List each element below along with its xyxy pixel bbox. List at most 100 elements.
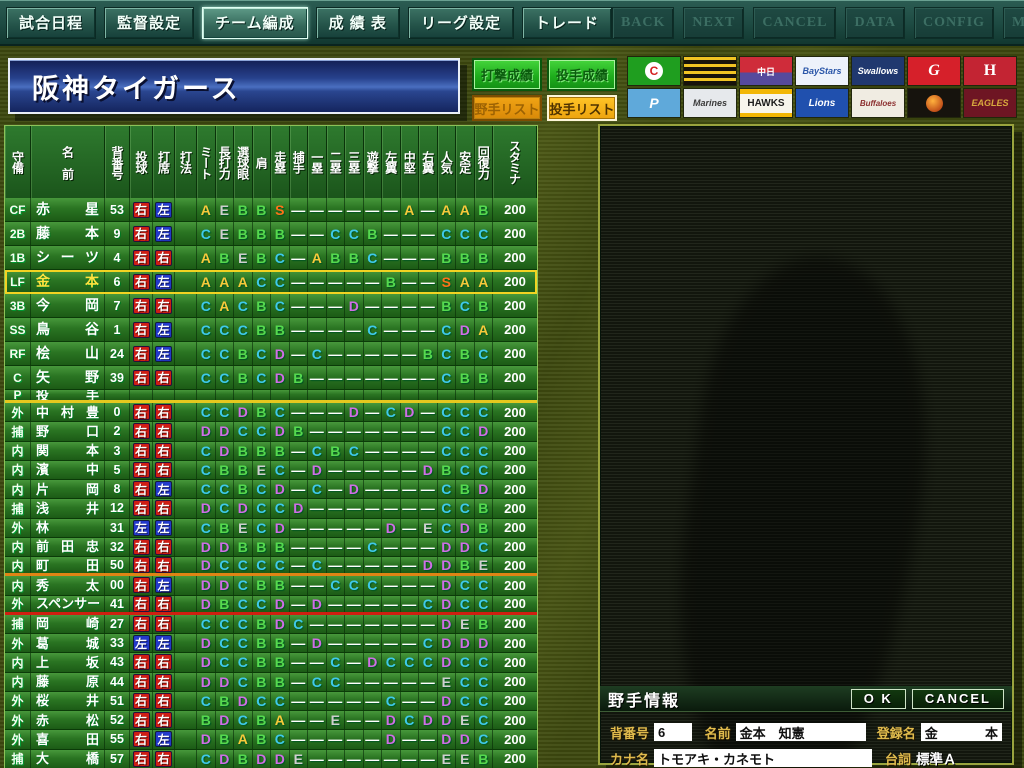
roster-row[interactable]: 3B 今岡 7 右 右 C A C B C — — — D — — — — B … bbox=[5, 294, 537, 318]
roster-row[interactable]: P 投手 bbox=[5, 390, 537, 403]
bat-hand-cell: 左 bbox=[153, 576, 175, 595]
nav-tab[interactable]: 試合日程 bbox=[6, 6, 97, 39]
roster-row[interactable]: C 矢野 39 右 右 C C B C D B — — — — — — — C … bbox=[5, 366, 537, 390]
meet-grade: C bbox=[197, 342, 216, 365]
roster-row[interactable]: 内 藤原 44 右 右 D D C B B — C C — — — — — E … bbox=[5, 672, 537, 692]
team-logo[interactable]: EAGLES bbox=[963, 88, 1017, 118]
system-button-label: CONFIG bbox=[923, 14, 986, 30]
meet-grade: D bbox=[197, 730, 216, 749]
roster-row[interactable]: 捕 岡崎 27 右 右 C C C B D C — — — — — — — D … bbox=[5, 614, 537, 634]
roster-row[interactable]: 外 中村豊 0 右 右 C C D B C — — — D — C D — C … bbox=[5, 403, 537, 423]
column-header: 捕手 bbox=[290, 126, 308, 198]
column-header: 打席 bbox=[153, 126, 175, 198]
team-logo[interactable] bbox=[683, 56, 737, 86]
roster-row[interactable]: 外 桜井 51 右 右 C B D C C — — — — — C — — D … bbox=[5, 691, 537, 711]
roster-row[interactable]: 内 町田 50 右 右 D C C C C — C — — — — — D D … bbox=[5, 557, 537, 577]
pitching-stats-button[interactable]: 投手成績 bbox=[547, 58, 617, 91]
system-button[interactable]: BACK bbox=[611, 6, 675, 39]
team-logo[interactable]: Marines bbox=[683, 88, 737, 118]
nav-tab[interactable]: トレード bbox=[521, 6, 612, 39]
roster-row[interactable]: 外 林 31 左 左 C B E C D — — — — — D — E C D… bbox=[5, 518, 537, 538]
catcher-grade: — bbox=[290, 294, 308, 317]
team-logo[interactable]: HAWKS bbox=[739, 88, 793, 118]
batting-stats-button[interactable]: 打撃成績 bbox=[472, 58, 542, 91]
eye-grade: C bbox=[234, 318, 253, 341]
team-logo[interactable]: Swallows bbox=[851, 56, 905, 86]
system-button[interactable]: NEXT bbox=[683, 6, 745, 39]
third-base-grade: — bbox=[345, 499, 364, 518]
roster-row[interactable]: 外 赤松 52 右 右 B D C B A — — E — — D C D D … bbox=[5, 711, 537, 731]
roster-row[interactable]: 捕 野口 2 右 右 D D C C D B — — — — — — — C C… bbox=[5, 422, 537, 442]
batting-style-cell bbox=[175, 366, 197, 389]
system-button[interactable]: CONFIG bbox=[914, 6, 995, 39]
catcher-grade: — bbox=[290, 634, 308, 653]
run-grade: B bbox=[271, 222, 290, 245]
team-logo[interactable]: BayStars bbox=[795, 56, 849, 86]
nav-tab[interactable]: 監督設定 bbox=[104, 6, 195, 39]
popularity-grade: B bbox=[438, 246, 456, 269]
system-button[interactable]: DATA bbox=[845, 6, 906, 39]
pitcher-list-button[interactable]: 投手リスト bbox=[547, 95, 617, 121]
first-base-grade: C bbox=[308, 342, 327, 365]
team-logo[interactable]: C bbox=[627, 56, 681, 86]
second-base-grade: — bbox=[327, 198, 345, 221]
kana-input[interactable]: トモアキ・カネモト bbox=[654, 749, 873, 767]
roster-row[interactable]: LF 金本 6 右 左 A A A C C — — — — — B — — S … bbox=[5, 270, 537, 294]
run-grade: C bbox=[271, 730, 290, 749]
jersey-input[interactable]: 6 bbox=[654, 723, 692, 741]
team-logo[interactable]: Lions bbox=[795, 88, 849, 118]
roster-row[interactable]: 内 上坂 43 右 右 D C C B B — — C — D C C C D … bbox=[5, 653, 537, 673]
power-grade: A bbox=[216, 294, 234, 317]
jersey-number-cell: 24 bbox=[105, 342, 130, 365]
roster-row[interactable]: SS 鳥谷 1 右 左 C C C B B — — — — C — — — C … bbox=[5, 318, 537, 342]
ok-button[interactable]: O K bbox=[850, 688, 906, 709]
roster-row[interactable]: 1B シーツ 4 右 右 A B E B C — A B B C — — — B… bbox=[5, 246, 537, 270]
fielder-list-button[interactable]: 野手リスト bbox=[472, 95, 542, 121]
second-base-grade: C bbox=[327, 672, 345, 691]
roster-row[interactable]: 内 秀太 00 右 左 D D C B B — — C C C — — — D … bbox=[5, 576, 537, 596]
second-base-grade: — bbox=[327, 691, 345, 710]
roster-row[interactable]: 外 葛城 33 左 左 D C C B B — D — — — — — C D … bbox=[5, 634, 537, 654]
jersey-number-cell: 57 bbox=[105, 749, 130, 768]
nav-tab[interactable]: チーム編成 bbox=[202, 6, 308, 39]
popularity-grade: D bbox=[438, 730, 456, 749]
nav-tab[interactable]: 成 績 表 bbox=[315, 6, 400, 39]
team-logo[interactable]: 中日 bbox=[739, 56, 793, 86]
team-logo[interactable] bbox=[907, 88, 961, 118]
team-logo[interactable]: G bbox=[907, 56, 961, 86]
registered-name-input[interactable]: 金 本 bbox=[920, 723, 1002, 741]
eye-grade bbox=[234, 390, 253, 400]
right-field-grade: — bbox=[419, 246, 438, 269]
nav-tab[interactable]: リーグ設定 bbox=[407, 6, 514, 39]
bat-hand-chip: 右 bbox=[155, 557, 172, 574]
team-logo[interactable]: H bbox=[963, 56, 1017, 86]
roster-table: 守備名 前背番号 投球 打席 打法 ミート 長打力 選球眼肩走塁 捕手 一塁 二塁 三塁 遊撃 左翼 中堅… bbox=[4, 125, 538, 768]
team-logo-label: P bbox=[649, 95, 659, 111]
roster-row[interactable]: 捕 浅井 12 右 右 D C D C C D — — — — — — — C … bbox=[5, 499, 537, 519]
roster-row[interactable]: RF 桧山 24 右 左 C C B C D — C — — — — — B C… bbox=[5, 342, 537, 366]
team-logo[interactable]: P bbox=[627, 88, 681, 118]
system-button[interactable]: CANCEL bbox=[753, 6, 837, 39]
roster-row[interactable]: CF 赤星 53 右 左 A E B B S — — — — — — A — A… bbox=[5, 198, 537, 222]
roster-row[interactable]: 内 関本 3 右 右 C D B B B — C B C — — — — C C… bbox=[5, 441, 537, 461]
throw-hand-cell: 右 bbox=[130, 198, 153, 221]
catcher-grade: — bbox=[290, 460, 308, 479]
team-logo[interactable]: Buffaloes bbox=[851, 88, 905, 118]
left-field-grade: — bbox=[382, 222, 401, 245]
roster-row[interactable]: 内 片岡 8 右 左 C C B C D — C — D — — — — C B… bbox=[5, 480, 537, 500]
player-name: 岡崎 bbox=[36, 616, 99, 632]
roster-row[interactable]: 内 前田忠 32 右 右 D D B B B — — — — C — — — D… bbox=[5, 537, 537, 557]
name-input[interactable]: 金本 知憲 bbox=[735, 723, 866, 741]
eye-grade: B bbox=[234, 537, 253, 556]
roster-row[interactable]: 捕 大橋 57 右 右 C D B D D E — — — — — — — E … bbox=[5, 749, 537, 768]
roster-row[interactable]: 外 喜田 55 右 左 D B A B C — — — — — D — — D … bbox=[5, 730, 537, 750]
power-grade: C bbox=[216, 634, 234, 653]
cancel-button[interactable]: CANCEL bbox=[911, 688, 1004, 709]
name-cell: 片岡 bbox=[31, 480, 105, 499]
roster-row[interactable]: 2B 藤本 9 右 左 C E B B B — — C C B — — — C … bbox=[5, 222, 537, 246]
roster-row[interactable]: 外 スペンサー 41 右 右 D B C C D — D — — — — — C… bbox=[5, 595, 537, 615]
name-cell: 秀太 bbox=[31, 576, 105, 595]
stability-grade: C bbox=[456, 294, 475, 317]
roster-row[interactable]: 内 濱中 5 右 右 C B B E C — D — — — — — D B C… bbox=[5, 460, 537, 480]
system-button[interactable]: MENU bbox=[1003, 6, 1024, 39]
